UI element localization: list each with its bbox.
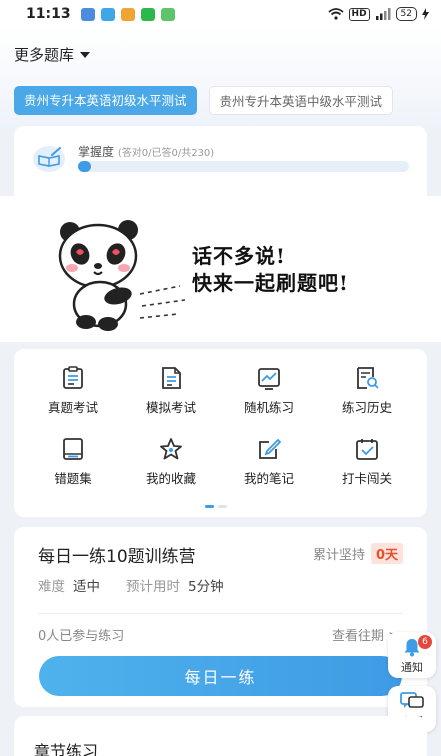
status-bar: 11:13 HD 52: [0, 0, 441, 28]
page-dot: [218, 505, 227, 508]
grid-favorites[interactable]: 我的收藏: [126, 436, 216, 487]
grid-mock-exam[interactable]: 模拟考试: [126, 365, 216, 416]
notify-label: 通知: [401, 661, 423, 674]
promo-banner[interactable]: 话不多说! 快来一起刷题吧!: [0, 196, 441, 342]
daily-practice-card: 每日一练10题训练营 累计坚持 0天 难度 适中 预计用时 5分钟 0人已参与练习 查…: [14, 527, 427, 707]
mastery-detail: (答对0/已答0/共230): [117, 148, 215, 159]
status-time: 11:13: [26, 6, 71, 22]
daily-title: 每日一练10题训练营: [38, 547, 196, 567]
calendar-check-icon: [356, 439, 378, 460]
daily-practice-button[interactable]: 每日一练: [39, 656, 402, 696]
chapter-title: 章节练习: [34, 742, 99, 756]
app-notification-icon: [100, 7, 115, 21]
grid-label: 打卡闯关: [341, 471, 392, 486]
mistake-book-icon: [63, 438, 83, 460]
slogan-line-2: 快来一起刷题吧!: [192, 271, 349, 295]
chapter-practice-card[interactable]: 章节练习: [14, 716, 427, 756]
difficulty-label: 难度: [38, 579, 65, 595]
grid-notes[interactable]: 我的笔记: [224, 436, 314, 487]
wifi-icon: [327, 8, 344, 20]
writing-notebook-icon: [33, 146, 65, 172]
participants-count: 0人已参与练习: [38, 629, 125, 644]
chat-bubbles-icon: [400, 692, 424, 708]
page-indicator: [205, 505, 227, 508]
time-value: 5分钟: [188, 579, 224, 595]
wechat-icon: [140, 7, 155, 21]
history-search-icon: [357, 367, 379, 389]
grid-label: 真题考试: [47, 400, 98, 415]
notify-button[interactable]: 通知 6: [388, 632, 436, 678]
time-label: 预计用时: [126, 579, 180, 595]
panda-illustration: [58, 220, 186, 331]
notify-count-badge: 6: [418, 635, 432, 649]
grid-label: 随机练习: [243, 400, 294, 415]
status-right: HD 52: [327, 7, 429, 21]
charging-icon: [422, 8, 429, 20]
caret-down-icon: [80, 51, 91, 58]
mastery-progress-bar: [78, 161, 409, 172]
grid-label: 错题集: [54, 471, 92, 486]
page-dot-active: [205, 505, 214, 508]
app-notification-icon: [160, 7, 175, 21]
signal-icon: [375, 8, 391, 20]
tab-elementary[interactable]: 贵州专升本英语初级水平测试: [14, 86, 197, 115]
battery-level: 52: [395, 7, 417, 21]
tab-intermediate[interactable]: 贵州专升本英语中级水平测试: [208, 86, 394, 115]
app-notification-icon: [80, 7, 95, 21]
streak: 累计坚持 0天: [313, 543, 403, 564]
mastery-progress-fill: [78, 161, 92, 172]
difficulty-value: 适中: [73, 579, 100, 595]
exam-paper-icon: [63, 366, 83, 389]
grid-label: 模拟考试: [145, 400, 196, 415]
more-library-dropdown[interactable]: 更多题库: [14, 44, 91, 65]
mastery-card: 掌握度 (答对0/已答0/共230): [14, 126, 427, 206]
grid-mistakes[interactable]: 错题集: [28, 436, 118, 487]
grid-history[interactable]: 练习历史: [322, 365, 412, 416]
more-library-label: 更多题库: [14, 46, 75, 64]
hd-badge: HD: [348, 7, 370, 21]
mastery-label: 掌握度 (答对0/已答0/共230): [78, 143, 214, 160]
function-grid: 真题考试 模拟考试 随机练习 练习历史 错题集 我的收藏 我的笔记 打卡闯关: [14, 349, 427, 517]
grid-label: 练习历史: [341, 400, 392, 415]
grid-label: 我的笔记: [243, 471, 294, 486]
grid-random-practice[interactable]: 随机练习: [224, 365, 314, 416]
grid-real-exam[interactable]: 真题考试: [28, 365, 118, 416]
mastery-title: 掌握度: [78, 145, 115, 159]
slogan-line-1: 话不多说!: [192, 244, 286, 268]
subject-tabs: 贵州专升本英语初级水平测试 贵州专升本英语中级水平测试: [14, 86, 394, 115]
grid-label: 我的收藏: [145, 471, 196, 486]
streak-badge: 0天: [370, 543, 403, 564]
mock-exam-icon: [162, 367, 181, 389]
grid-checkin[interactable]: 打卡闯关: [322, 436, 412, 487]
banner-slogan: 话不多说! 快来一起刷题吧!: [192, 243, 349, 297]
random-chart-icon: [258, 368, 280, 390]
streak-label: 累计坚持: [312, 548, 365, 563]
app-notification-icon: [120, 7, 135, 21]
divider: [38, 613, 403, 614]
daily-meta: 难度 适中 预计用时 5分钟: [38, 575, 224, 595]
note-pen-icon: [259, 438, 282, 459]
star-icon: [160, 438, 182, 460]
